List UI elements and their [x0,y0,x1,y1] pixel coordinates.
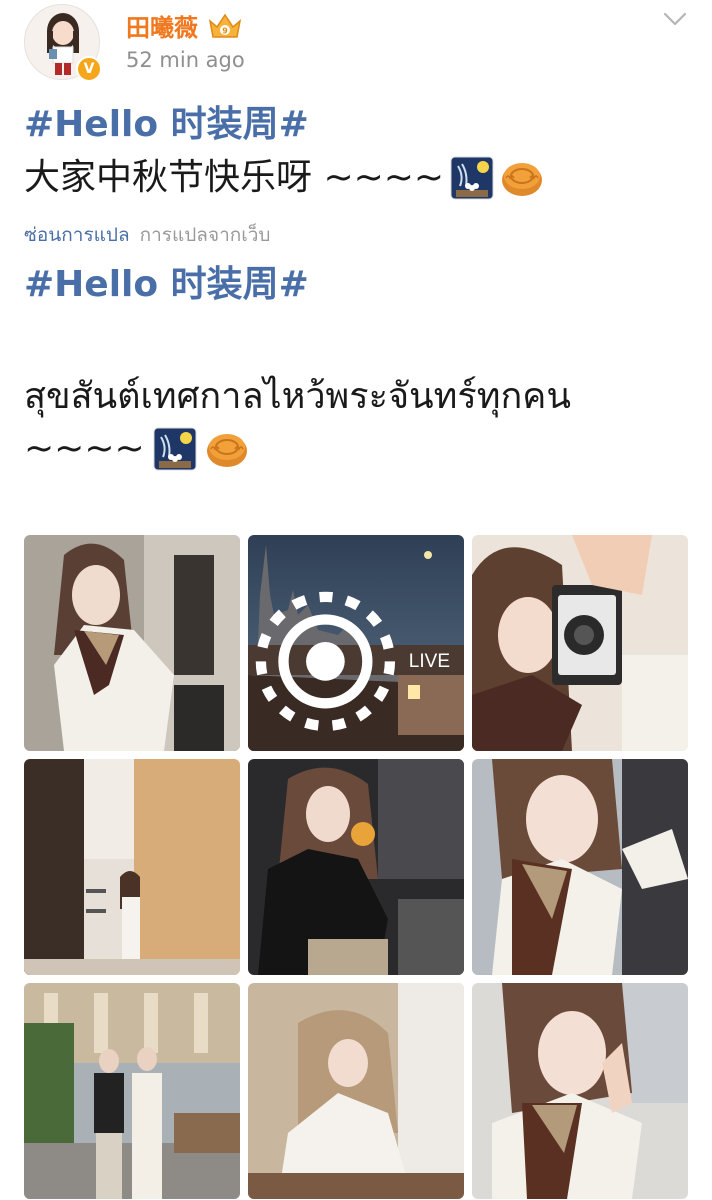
translation-bar: ซ่อนการแปล การแปลจากเว็บ [24,218,688,252]
mooncake-emoji [206,434,247,467]
author-name-text: 田曦薇 [126,14,198,42]
hide-translation-link[interactable]: ซ่อนการแปล [24,220,130,250]
hashtag-link[interactable]: #Hello 时装周# [24,100,688,150]
live-photo-icon [255,591,396,732]
translated-text-line1: สุขสันต์เทศกาลไหว้พระจันทร์ทุกคน [24,376,571,417]
post-text: 大家中秋节快乐呀 ~~~~ [24,150,688,206]
moon-viewing-emoji [153,427,197,471]
live-badge: LIVE [248,584,450,739]
live-label: LIVE [408,650,450,672]
photo-5[interactable] [248,759,464,975]
photo-3[interactable] [472,535,688,751]
photo-grid: LIVE [24,535,688,1199]
photo-1[interactable] [24,535,240,751]
hashtag-link-translated[interactable]: #Hello 时装周# [24,260,688,310]
post-time: 52 min ago [126,48,245,72]
photo-6[interactable] [472,759,688,975]
svg-text:9: 9 [222,26,228,35]
photo-7[interactable] [24,983,240,1199]
verified-badge-icon: V [76,56,102,82]
photo-9[interactable] [472,983,688,1199]
post-text-content: 大家中秋节快乐呀 ~~~~ [24,157,445,198]
author-name[interactable]: 田曦薇 9 [126,8,244,43]
chevron-down-icon[interactable] [662,8,688,30]
translated-text-line2: ~~~~ [24,424,688,474]
mooncake-emoji [502,163,543,196]
post-body: #Hello 时装周# 大家中秋节快乐呀 ~~~~ ซ่อนการแปล การ… [24,100,688,474]
translated-text-tilde: ~~~~ [24,428,145,469]
photo-2[interactable]: LIVE [248,535,464,751]
photo-4[interactable] [24,759,240,975]
avatar[interactable]: V [24,4,102,82]
photo-8[interactable] [248,983,464,1199]
translation-source: การแปลจากเว็บ [139,224,271,246]
vip-crown-icon: 9 [208,13,242,38]
post-header: V 田曦薇 9 52 min ago [0,0,712,90]
moon-viewing-emoji [450,156,494,200]
